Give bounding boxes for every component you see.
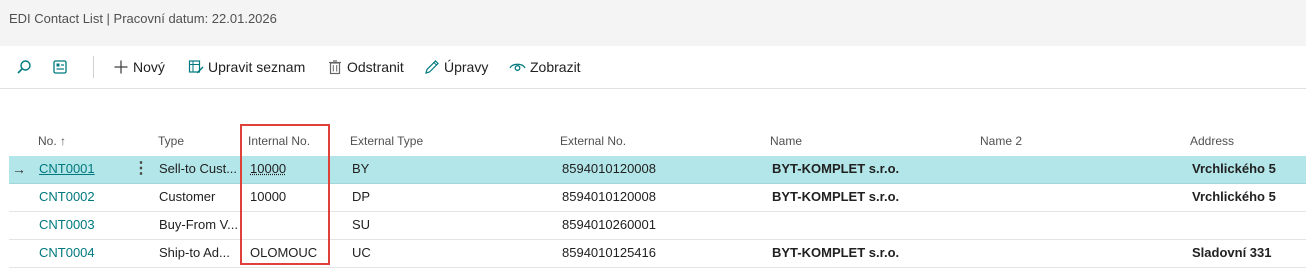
table-row[interactable]: → CNT0001 ⋮ Sell-to Cust... 10000 BY 859… [9, 156, 1306, 184]
delete-button-label: Odstranit [347, 59, 404, 75]
table-row[interactable]: CNT0002 Customer 10000 DP 8594010120008 … [9, 184, 1306, 212]
cell-type[interactable]: Customer [159, 189, 239, 204]
column-header-name-2[interactable]: Name 2 [980, 134, 1022, 148]
cell-type[interactable]: Ship-to Ad... [159, 245, 239, 260]
cell-name[interactable]: BYT-KOMPLET s.r.o. [772, 245, 899, 260]
view-button-label: Zobrazit [530, 59, 581, 75]
cell-external-type[interactable]: SU [352, 217, 370, 232]
toolbar-divider [93, 56, 94, 78]
eye-icon [509, 63, 526, 71]
search-icon[interactable] [16, 59, 32, 75]
cell-external-type[interactable]: DP [352, 189, 370, 204]
cell-address[interactable]: Sladovní 331 [1192, 245, 1271, 260]
column-header-internal-no[interactable]: Internal No. [248, 134, 310, 148]
new-button-label: Nový [133, 59, 165, 75]
cell-no[interactable]: CNT0001 [39, 161, 95, 176]
column-header-external-no[interactable]: External No. [560, 134, 626, 148]
edit-list-button-label: Upravit seznam [208, 59, 306, 75]
cell-no[interactable]: CNT0004 [39, 245, 95, 260]
cell-internal-no[interactable]: OLOMOUC [250, 245, 317, 260]
page-title: EDI Contact List | Pracovní datum: 22.01… [9, 11, 277, 26]
column-header-address[interactable]: Address [1190, 134, 1234, 148]
edit-button-label: Úpravy [444, 59, 489, 75]
delete-button[interactable]: Odstranit [327, 57, 404, 77]
table-row[interactable]: CNT0003 Buy-From V... SU 8594010260001 [9, 212, 1306, 240]
cell-type[interactable]: Buy-From V... [159, 217, 239, 232]
cell-address[interactable]: Vrchlického 5 [1192, 161, 1276, 176]
edit-list-button[interactable]: Upravit seznam [188, 57, 305, 77]
cell-name[interactable]: BYT-KOMPLET s.r.o. [772, 189, 899, 204]
column-header-type[interactable]: Type [158, 134, 184, 148]
edit-list-icon [188, 60, 204, 74]
cell-external-no[interactable]: 8594010120008 [562, 189, 656, 204]
pencil-icon [425, 60, 439, 74]
current-row-arrow-icon: → [12, 161, 26, 177]
cell-name[interactable]: BYT-KOMPLET s.r.o. [772, 161, 899, 176]
cell-external-type[interactable]: BY [352, 161, 369, 176]
list-card: Nový Upravit seznam Odstranit Úpravy Zob… [0, 46, 1306, 276]
trash-icon [329, 60, 341, 75]
cell-external-no[interactable]: 8594010125416 [562, 245, 656, 260]
table-row[interactable]: CNT0004 Ship-to Ad... OLOMOUC UC 8594010… [9, 240, 1306, 268]
cell-external-no[interactable]: 8594010120008 [562, 161, 656, 176]
column-header-no[interactable]: No. ↑ [38, 134, 66, 148]
cell-internal-no[interactable]: 10000 [250, 161, 286, 176]
cell-external-no[interactable]: 8594010260001 [562, 217, 656, 232]
cell-type[interactable]: Sell-to Cust... [159, 161, 239, 176]
column-header-name[interactable]: Name [770, 134, 802, 148]
row-actions-icon[interactable]: ⋮ [133, 158, 149, 178]
layout-icon[interactable] [52, 59, 68, 75]
view-button[interactable]: Zobrazit [509, 57, 581, 77]
cell-external-type[interactable]: UC [352, 245, 371, 260]
cell-no[interactable]: CNT0003 [39, 217, 95, 232]
new-button[interactable]: Nový [113, 57, 165, 77]
title-bar: EDI Contact List | Pracovní datum: 22.01… [0, 0, 1306, 46]
cell-no[interactable]: CNT0002 [39, 189, 95, 204]
plus-icon [114, 60, 128, 74]
edit-button[interactable]: Úpravy [424, 57, 488, 77]
action-bar: Nový Upravit seznam Odstranit Úpravy Zob… [0, 46, 1306, 89]
column-header-external-type[interactable]: External Type [350, 134, 423, 148]
cell-internal-no[interactable]: 10000 [250, 189, 286, 204]
cell-address[interactable]: Vrchlického 5 [1192, 189, 1276, 204]
